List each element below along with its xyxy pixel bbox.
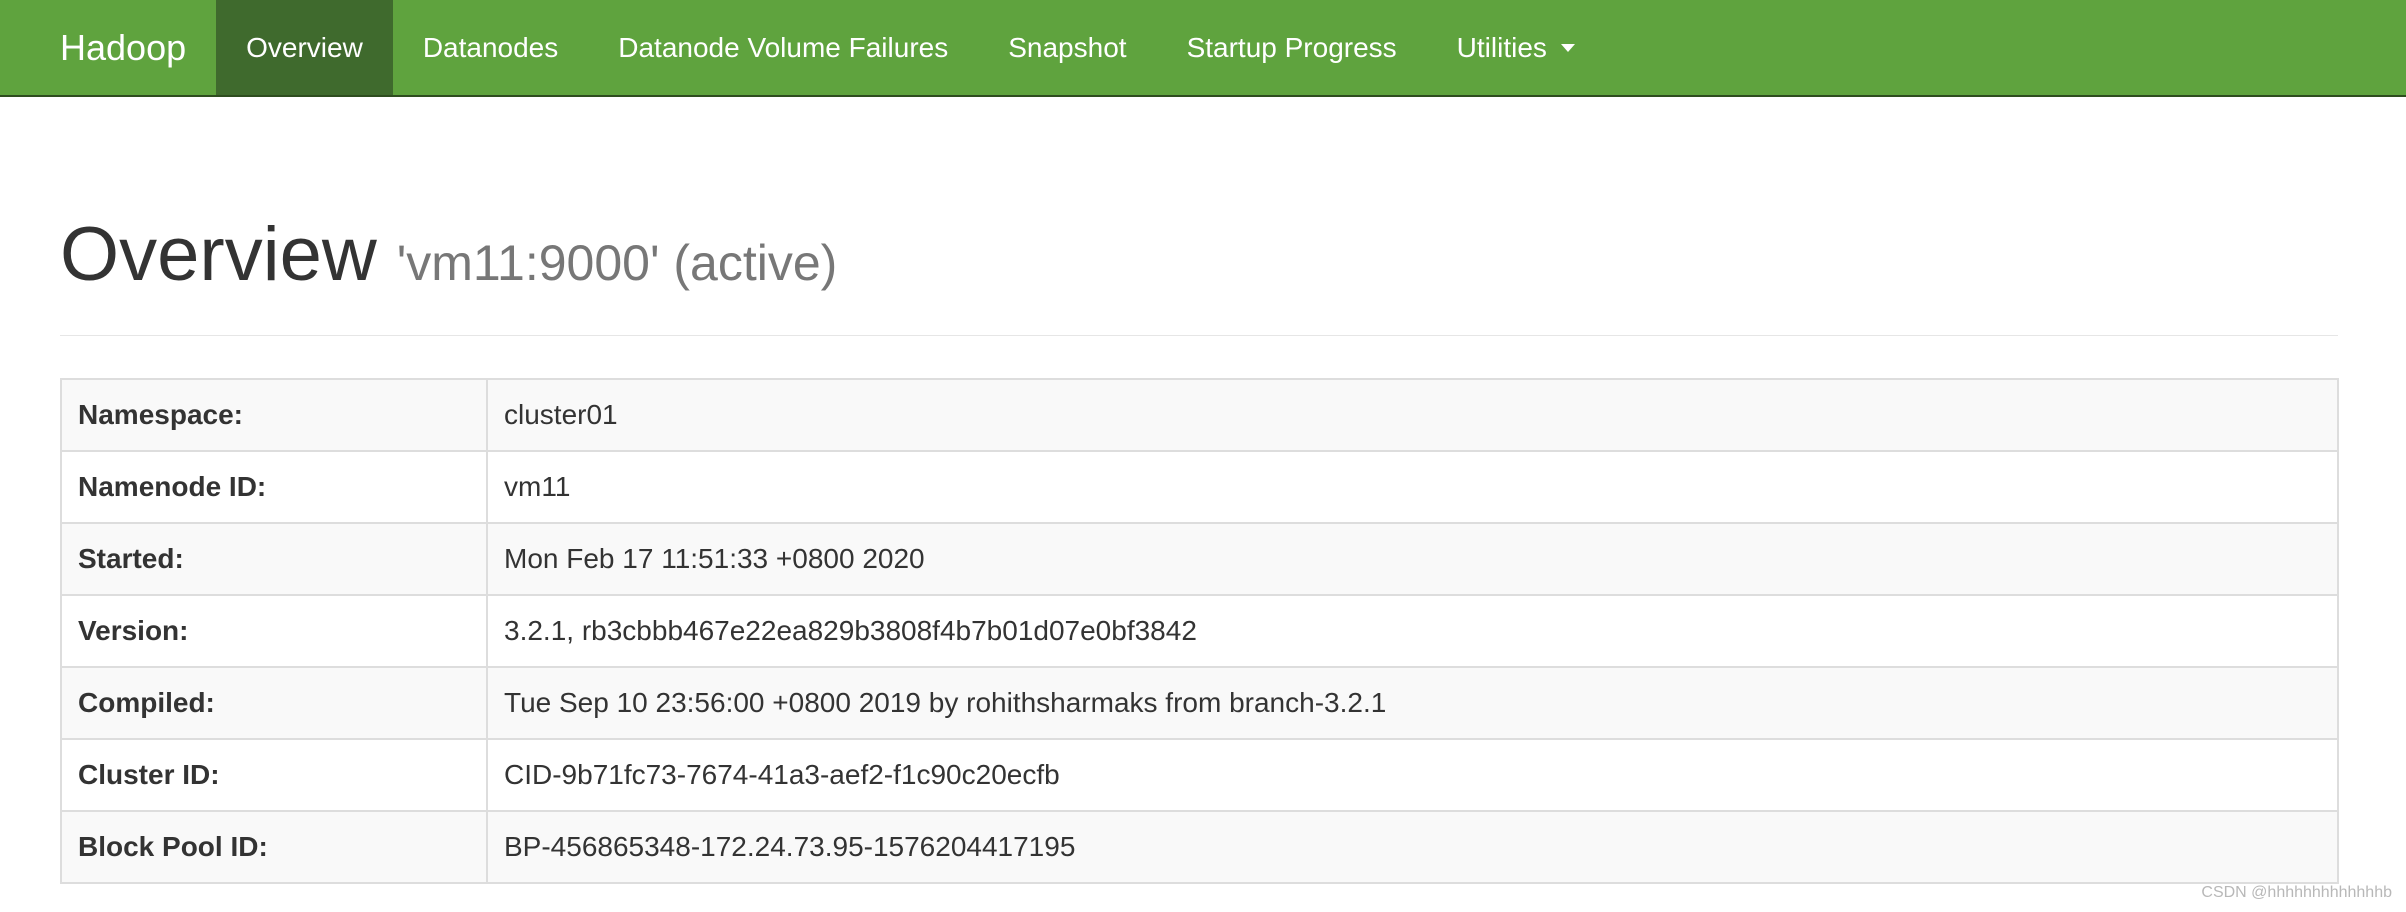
nav-item-label: Snapshot (1008, 31, 1127, 63)
nav-item-label: Overview (246, 31, 363, 63)
row-label: Started: (60, 522, 488, 596)
nav-item-utilities-dropdown[interactable]: Utilities (1427, 0, 1605, 95)
nav-item-datanode-volume-failures[interactable]: Datanode Volume Failures (588, 0, 978, 95)
nav-item-label: Utilities (1456, 31, 1547, 63)
caret-down-icon (1560, 43, 1575, 52)
table-row: Namenode ID: vm11 (60, 450, 2339, 524)
nav-item-label: Startup Progress (1186, 31, 1397, 63)
table-row: Cluster ID: CID-9b71fc73-7674-41a3-aef2-… (60, 738, 2339, 812)
nav-item-datanodes[interactable]: Datanodes (393, 0, 588, 95)
row-label: Namespace: (60, 378, 488, 452)
row-value: vm11 (486, 450, 2339, 524)
table-row: Started: Mon Feb 17 11:51:33 +0800 2020 (60, 522, 2339, 596)
brand-logo-link[interactable]: Hadoop (0, 0, 216, 95)
nav-item-startup-progress[interactable]: Startup Progress (1157, 0, 1427, 95)
row-value: Mon Feb 17 11:51:33 +0800 2020 (486, 522, 2339, 596)
nav-item-snapshot[interactable]: Snapshot (978, 0, 1156, 95)
nav-item-overview[interactable]: Overview (216, 0, 393, 95)
row-value: CID-9b71fc73-7674-41a3-aef2-f1c90c20ecfb (486, 738, 2339, 812)
top-navbar: Hadoop Overview Datanodes Datanode Volum… (0, 0, 2406, 97)
row-label: Compiled: (60, 666, 488, 740)
nav-item-label: Datanode Volume Failures (618, 31, 949, 63)
table-row: Version: 3.2.1, rb3cbbb467e22ea829b3808f… (60, 594, 2339, 668)
row-label: Namenode ID: (60, 450, 488, 524)
overview-info-table: Namespace: cluster01 Namenode ID: vm11 S… (60, 378, 2339, 884)
row-value: 3.2.1, rb3cbbb467e22ea829b3808f4b7b01d07… (486, 594, 2339, 668)
row-value: Tue Sep 10 23:56:00 +0800 2019 by rohith… (486, 666, 2339, 740)
table-row: Block Pool ID: BP-456865348-172.24.73.95… (60, 810, 2339, 884)
row-label: Block Pool ID: (60, 810, 488, 884)
page-title-text: Overview (60, 212, 377, 297)
page-subtitle: 'vm11:9000' (active) (396, 235, 838, 291)
row-label: Cluster ID: (60, 738, 488, 812)
nav-item-label: Datanodes (422, 31, 559, 63)
watermark-text: CSDN @hhhhhhhhhhhhhb (2201, 884, 2392, 901)
nav-menu: Overview Datanodes Datanode Volume Failu… (216, 0, 1605, 95)
page-title: Overview 'vm11:9000' (active) (60, 210, 2338, 308)
page-header: Overview 'vm11:9000' (active) (60, 210, 2338, 336)
table-row: Compiled: Tue Sep 10 23:56:00 +0800 2019… (60, 666, 2339, 740)
row-value: cluster01 (486, 378, 2339, 452)
table-row: Namespace: cluster01 (60, 378, 2339, 452)
row-value: BP-456865348-172.24.73.95-1576204417195 (486, 810, 2339, 884)
row-label: Version: (60, 594, 488, 668)
